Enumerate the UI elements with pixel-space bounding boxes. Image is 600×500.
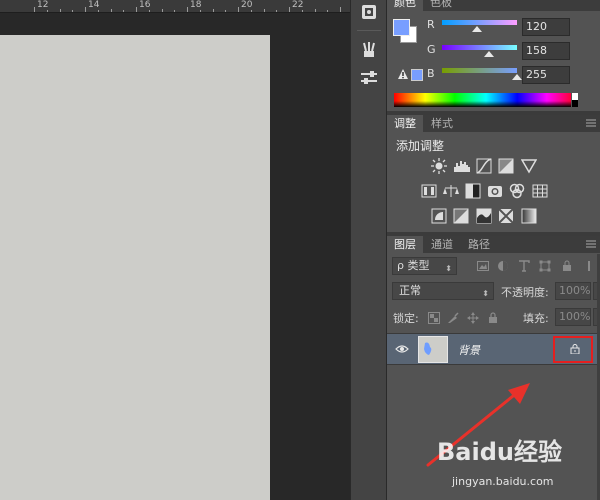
levels-icon[interactable]: [453, 158, 470, 174]
baidu-watermark: Baidu经验: [437, 430, 587, 475]
chevron-down-icon: ⬍: [482, 289, 489, 298]
slider-thumb-g[interactable]: [483, 51, 494, 57]
adjustments-title: 添加调整: [396, 139, 445, 153]
channel-mixer-icon[interactable]: [509, 183, 525, 199]
blend-mode-value: 正常: [399, 284, 421, 297]
slider-thumb-b[interactable]: [512, 74, 522, 80]
horizontal-ruler: 12 14 16 18 20 22: [0, 0, 350, 13]
layer-row[interactable]: 背景: [387, 333, 597, 365]
layer-filter-select[interactable]: ρ 类型 ⬍: [392, 257, 457, 275]
smart-object-filter-icon[interactable]: [561, 260, 573, 272]
tab-adjustments[interactable]: 调整: [387, 115, 423, 132]
channel-label-g: G: [427, 43, 436, 56]
canvas-area[interactable]: 12 14 16 18 20 22: [0, 0, 350, 500]
chevron-down-icon: ⬍: [445, 264, 452, 273]
slider-thumb-r[interactable]: [472, 26, 483, 32]
exposure-icon[interactable]: [498, 158, 514, 174]
black-white-icon[interactable]: [465, 183, 481, 199]
layers-panel-tabs: 图层 通道 路径: [387, 236, 600, 253]
slider-r[interactable]: [442, 20, 517, 25]
pixel-filter-icon[interactable]: [477, 260, 489, 272]
gradient-map-icon[interactable]: [521, 208, 537, 224]
photo-filter-icon[interactable]: [487, 183, 503, 199]
curves-icon[interactable]: [476, 158, 492, 174]
foreground-color-swatch[interactable]: [393, 19, 410, 36]
lock-label: 锁定:: [393, 312, 419, 325]
opacity-label: 不透明度:: [501, 286, 549, 299]
channel-label-r: R: [427, 18, 435, 31]
brightness-contrast-icon[interactable]: [431, 158, 447, 174]
color-lookup-icon[interactable]: [532, 183, 548, 199]
g-value-input[interactable]: 158: [522, 42, 570, 60]
tab-paths[interactable]: 路径: [461, 236, 497, 253]
adjustments-panel-tabs: 调整 样式: [387, 115, 600, 132]
eye-icon[interactable]: [395, 344, 409, 354]
tab-layers[interactable]: 图层: [387, 236, 423, 253]
invert-icon[interactable]: [431, 208, 447, 224]
divider: [357, 30, 381, 31]
tab-styles[interactable]: 样式: [424, 115, 460, 132]
type-filter-icon[interactable]: [518, 260, 530, 272]
warning-icon[interactable]: [397, 68, 409, 83]
b-value-input[interactable]: 255: [522, 66, 570, 84]
slider-b[interactable]: [442, 68, 517, 73]
lock-transparent-icon[interactable]: [428, 312, 440, 324]
ruler-ticks: [34, 7, 341, 12]
layer-name[interactable]: 背景: [458, 342, 480, 358]
fill-label: 填充:: [523, 312, 549, 325]
posterize-icon[interactable]: [453, 208, 469, 224]
color-panel-tabs: 颜色 色板: [387, 0, 600, 11]
hue-saturation-icon[interactable]: [421, 183, 437, 199]
brush-preset-icon[interactable]: [359, 40, 379, 60]
r-value-input[interactable]: 120: [522, 18, 570, 36]
websafe-color-swatch[interactable]: [411, 69, 423, 81]
adjustments-slider-icon[interactable]: [359, 68, 379, 88]
adjustment-filter-icon[interactable]: [497, 260, 509, 272]
watermark-logo-text: Baidu经验: [437, 438, 562, 466]
shape-filter-icon[interactable]: [539, 260, 551, 272]
lock-pixels-icon[interactable]: [447, 312, 459, 324]
watermark-url: jingyan.baidu.com: [452, 475, 554, 488]
black-white-swatch[interactable]: [571, 93, 578, 107]
layer-thumbnail[interactable]: [418, 336, 448, 363]
color-spectrum-bar[interactable]: [394, 93, 578, 107]
filter-toggle-icon[interactable]: [583, 260, 595, 272]
color-balance-icon[interactable]: [443, 183, 459, 199]
tab-swatches[interactable]: 色板: [423, 0, 459, 11]
lock-all-icon[interactable]: [487, 312, 499, 324]
panel-menu-icon[interactable]: [586, 240, 596, 248]
channel-label-b: B: [427, 67, 435, 80]
color-panel-icon[interactable]: [359, 3, 379, 23]
vibrance-icon[interactable]: [520, 158, 538, 174]
fill-input[interactable]: 100%: [555, 308, 591, 326]
tab-channels[interactable]: 通道: [424, 236, 460, 253]
layer-lock-icon[interactable]: [570, 344, 580, 355]
selective-color-icon[interactable]: [498, 208, 514, 224]
blend-mode-select[interactable]: 正常 ⬍: [392, 282, 494, 300]
slider-g[interactable]: [442, 45, 517, 50]
filter-type-label: ρ 类型: [397, 259, 430, 272]
tab-color[interactable]: 颜色: [387, 0, 423, 11]
lock-position-icon[interactable]: [467, 312, 479, 324]
opacity-input[interactable]: 100%: [555, 282, 591, 300]
document-canvas[interactable]: [0, 35, 270, 500]
threshold-icon[interactable]: [476, 208, 492, 224]
panel-menu-icon[interactable]: [586, 119, 596, 127]
panel-icon-strip: [350, 0, 387, 500]
